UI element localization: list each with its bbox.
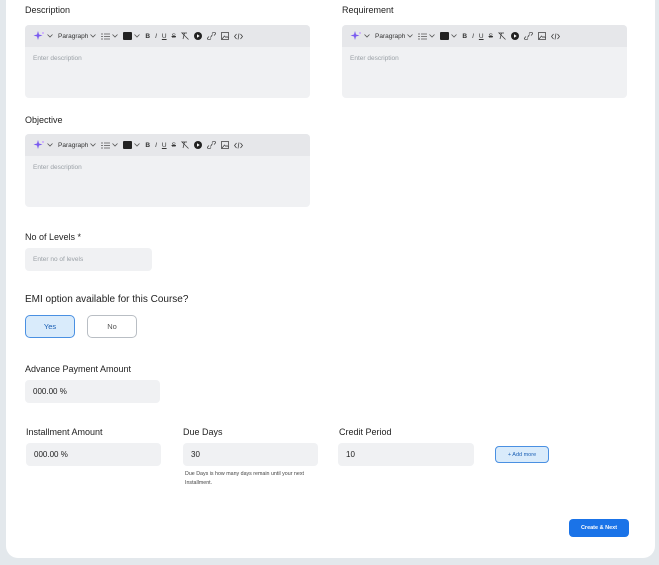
bold-icon[interactable]: B [145,142,150,149]
requirement-editor[interactable]: Paragraph B I U S Enter description [342,25,627,98]
description-label: Description [25,5,71,15]
underline-icon[interactable]: U [162,142,167,149]
add-more-button[interactable]: + Add more [495,446,549,463]
paragraph-select[interactable]: Paragraph [375,33,414,40]
link-icon[interactable] [207,32,216,40]
bold-icon[interactable]: B [145,33,150,40]
emi-question: EMI option available for this Course? [25,294,189,305]
paragraph-select[interactable]: Paragraph [58,33,97,40]
due-days-input[interactable]: 30 [183,443,318,466]
installment-amount-label: Installment Amount [26,427,103,437]
paragraph-select[interactable]: Paragraph [58,142,97,149]
underline-icon[interactable]: U [479,33,484,40]
installment-amount-input[interactable]: 000.00 % [26,443,161,466]
code-icon[interactable] [233,32,243,40]
levels-label: No of Levels * [25,232,82,242]
image-icon[interactable] [538,32,546,40]
clear-format-icon[interactable] [181,32,189,40]
italic-icon[interactable]: I [472,33,474,40]
image-icon[interactable] [221,141,229,149]
levels-input[interactable]: Enter no of levels [25,248,152,271]
requirement-label: Requirement [342,5,394,15]
ai-sparkle-icon[interactable] [350,31,370,41]
list-icon[interactable] [418,33,436,40]
chevron-down-icon [90,34,97,38]
text-color-picker[interactable] [440,32,458,40]
strikethrough-icon[interactable]: S [489,33,493,40]
objective-label: Objective [25,115,63,125]
due-days-help-text: Due Days is how many days remain until y… [185,471,304,486]
chevron-down-icon [90,143,97,147]
clear-format-icon[interactable] [498,32,506,40]
credit-period-input[interactable]: 10 [338,443,474,466]
image-icon[interactable] [221,32,229,40]
list-icon[interactable] [101,142,119,149]
clear-format-icon[interactable] [181,141,189,149]
due-days-label: Due Days [183,427,223,437]
advance-payment-label: Advance Payment Amount [25,364,132,374]
video-icon[interactable] [193,141,202,149]
bold-icon[interactable]: B [462,33,467,40]
italic-icon[interactable]: I [155,33,157,40]
strikethrough-icon[interactable]: S [172,33,176,40]
requirement-placeholder: Enter description [350,55,399,62]
emi-yes-button[interactable]: Yes [25,315,75,338]
italic-icon[interactable]: I [155,142,157,149]
strikethrough-icon[interactable]: S [172,142,176,149]
objective-editor[interactable]: Paragraph B I U S Enter description [25,134,310,207]
emi-no-button[interactable]: No [87,315,137,338]
chevron-down-icon [407,34,414,38]
advance-payment-input[interactable]: 000.00 % [25,380,160,403]
link-icon[interactable] [207,141,216,149]
underline-icon[interactable]: U [162,33,167,40]
editor-toolbar: Paragraph B I U S [25,25,310,47]
objective-placeholder: Enter description [33,164,82,171]
code-icon[interactable] [550,32,560,40]
video-icon[interactable] [510,32,519,40]
text-color-picker[interactable] [123,141,141,149]
text-color-picker[interactable] [123,32,141,40]
list-icon[interactable] [101,33,119,40]
ai-sparkle-icon[interactable] [33,140,53,150]
description-placeholder: Enter description [33,55,82,62]
ai-sparkle-icon[interactable] [33,31,53,41]
code-icon[interactable] [233,141,243,149]
link-icon[interactable] [524,32,533,40]
credit-period-label: Credit Period [339,427,392,437]
editor-toolbar: Paragraph B I U S [25,134,310,156]
video-icon[interactable] [193,32,202,40]
editor-toolbar: Paragraph B I U S [342,25,627,47]
description-editor[interactable]: Paragraph B I U S Enter description [25,25,310,98]
create-next-button[interactable]: Create & Next [569,519,629,537]
